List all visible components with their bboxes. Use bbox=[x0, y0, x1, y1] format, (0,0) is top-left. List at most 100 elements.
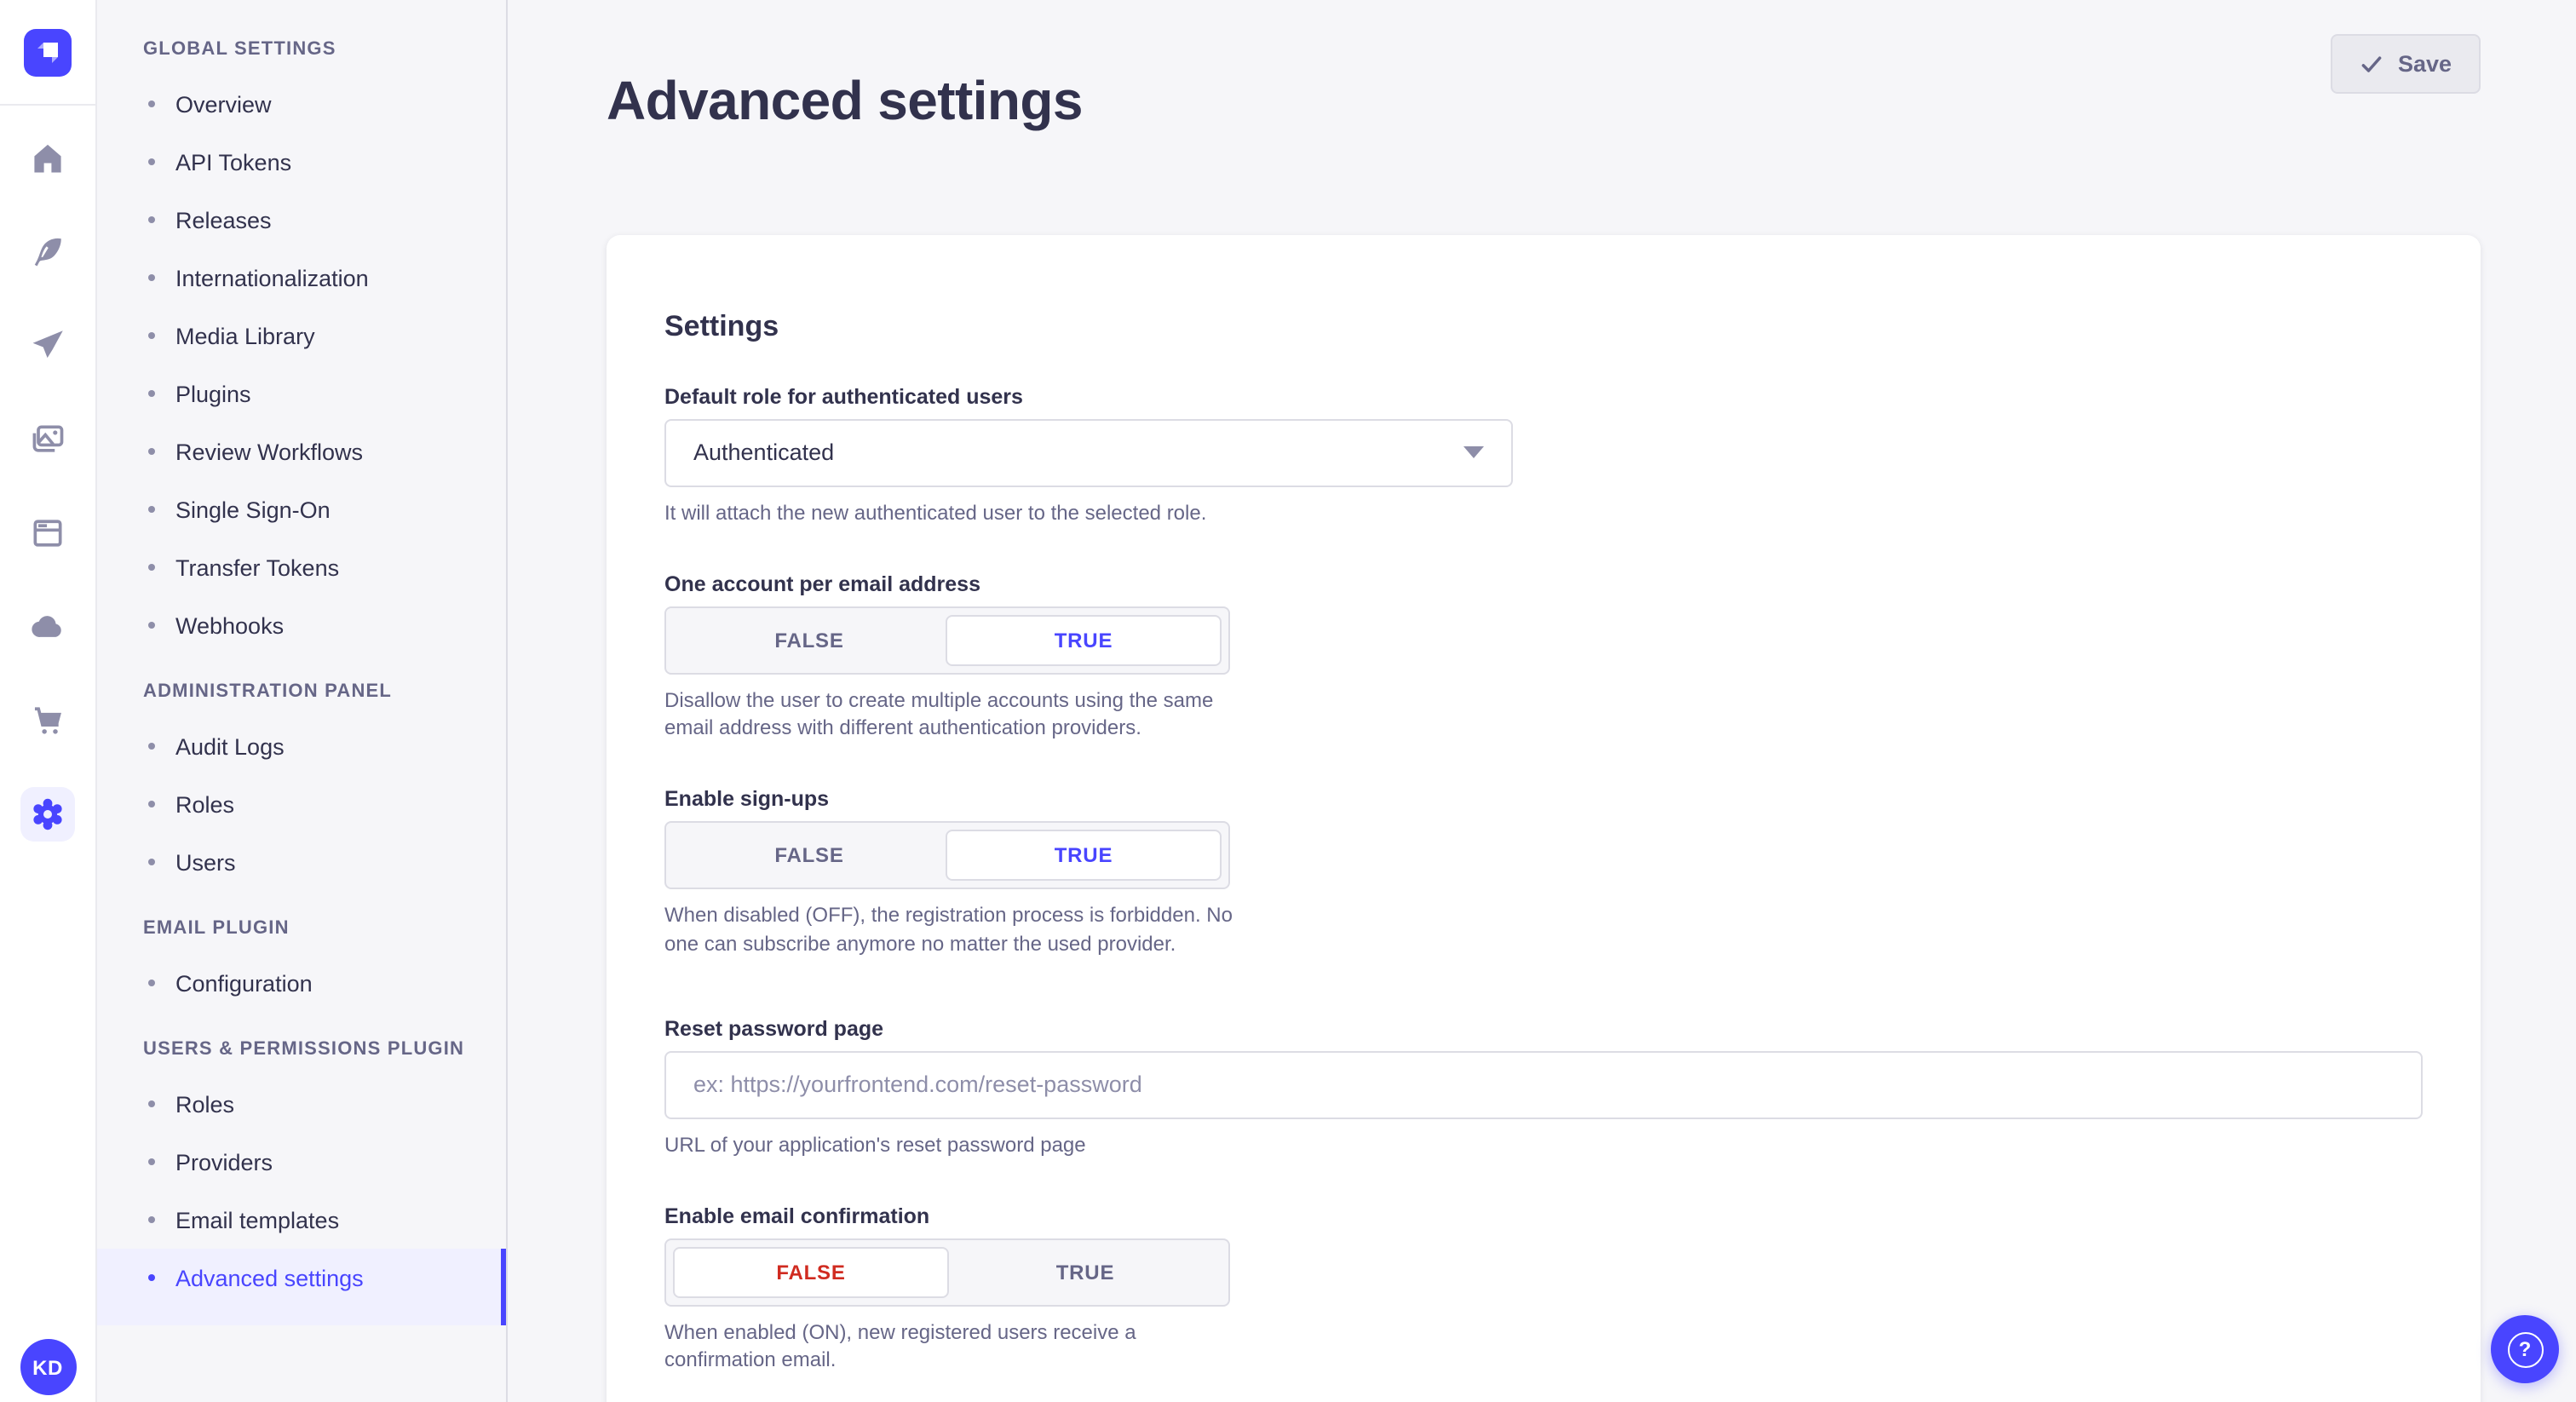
field-hint: It will attach the new authenticated use… bbox=[664, 499, 1346, 528]
bullet-icon bbox=[148, 564, 155, 571]
user-avatar[interactable]: KD bbox=[20, 1339, 76, 1395]
question-mark-icon: ? bbox=[2507, 1331, 2543, 1367]
sidebar-item-media-library[interactable]: Media Library bbox=[97, 307, 506, 365]
strapi-logo[interactable] bbox=[24, 28, 72, 76]
sidebar-item-label: Internationalization bbox=[175, 265, 369, 290]
sidebar-item-single-sign-on[interactable]: Single Sign-On bbox=[97, 480, 506, 538]
page-title: Advanced settings bbox=[607, 71, 1083, 134]
save-button[interactable]: Save bbox=[2332, 34, 2481, 94]
toggle-false-button[interactable]: FALSE bbox=[673, 1246, 949, 1297]
field-label: Default role for authenticated users bbox=[664, 385, 2423, 409]
send-icon[interactable] bbox=[20, 319, 75, 373]
help-button[interactable]: ? bbox=[2491, 1315, 2559, 1383]
sidebar-item-advanced-settings[interactable]: Advanced settings bbox=[97, 1249, 506, 1324]
cloud-icon[interactable] bbox=[20, 600, 75, 654]
field-one-account-per-email: One account per email address FALSE TRUE… bbox=[664, 572, 2423, 743]
bullet-icon bbox=[148, 1158, 155, 1165]
strapi-logo-glyph bbox=[27, 32, 68, 72]
sidebar-item-admin-roles[interactable]: Roles bbox=[97, 775, 506, 833]
sidebar-section-administration-panel: ADMINISTRATION PANEL bbox=[97, 654, 506, 717]
field-label: One account per email address bbox=[664, 572, 2423, 595]
sidebar-item-label: Review Workflows bbox=[175, 439, 363, 464]
sidebar-item-label: Email templates bbox=[175, 1207, 339, 1232]
sidebar-item-label: API Tokens bbox=[175, 149, 291, 175]
sidebar-item-label: Providers bbox=[175, 1149, 273, 1175]
field-reset-password-page: Reset password page URL of your applicat… bbox=[664, 1017, 2423, 1160]
icon-rail: KD bbox=[0, 0, 97, 1402]
app-root: KD GLOBAL SETTINGS Overview API Tokens R… bbox=[0, 0, 2576, 1402]
sidebar-item-transfer-tokens[interactable]: Transfer Tokens bbox=[97, 538, 506, 596]
sidebar-item-up-roles[interactable]: Roles bbox=[97, 1075, 506, 1133]
sidebar-item-label: Releases bbox=[175, 207, 272, 233]
field-default-role: Default role for authenticated users Aut… bbox=[664, 385, 2423, 528]
sidebar-item-label: Plugins bbox=[175, 381, 251, 406]
settings-card: Settings Default role for authenticated … bbox=[607, 234, 2481, 1402]
sidebar-item-label: Webhooks bbox=[175, 612, 284, 638]
field-label: Enable email confirmation bbox=[664, 1204, 2423, 1227]
sidebar-item-webhooks[interactable]: Webhooks bbox=[97, 596, 506, 654]
cart-icon[interactable] bbox=[20, 693, 75, 748]
default-role-select[interactable]: Authenticated bbox=[664, 419, 1513, 487]
bullet-icon bbox=[148, 390, 155, 397]
sidebar-item-audit-logs[interactable]: Audit Logs bbox=[97, 717, 506, 775]
field-label: Reset password page bbox=[664, 1017, 2423, 1041]
settings-gear-icon[interactable] bbox=[20, 787, 75, 842]
bullet-icon bbox=[148, 1274, 155, 1281]
sidebar-item-email-configuration[interactable]: Configuration bbox=[97, 954, 506, 1012]
bullet-icon bbox=[148, 1100, 155, 1107]
bullet-icon bbox=[148, 801, 155, 807]
page-header: Advanced settings Save bbox=[508, 0, 2576, 170]
sidebar-item-api-tokens[interactable]: API Tokens bbox=[97, 133, 506, 191]
sidebar-item-review-workflows[interactable]: Review Workflows bbox=[97, 422, 506, 480]
toggle-true-button[interactable]: TRUE bbox=[949, 1246, 1222, 1297]
sidebar-item-internationalization[interactable]: Internationalization bbox=[97, 249, 506, 307]
rail-nav-icons bbox=[20, 106, 75, 842]
sidebar-item-label: Roles bbox=[175, 791, 234, 817]
main-content: Advanced settings Save Settings Default … bbox=[508, 0, 2576, 1402]
toggle-false-button[interactable]: FALSE bbox=[673, 830, 946, 881]
sidebar-item-label: Advanced settings bbox=[175, 1265, 364, 1290]
sign-ups-toggle: FALSE TRUE bbox=[664, 821, 1230, 889]
sidebar-item-overview[interactable]: Overview bbox=[97, 75, 506, 133]
home-icon[interactable] bbox=[20, 131, 75, 186]
sidebar-item-releases[interactable]: Releases bbox=[97, 191, 506, 249]
bullet-icon bbox=[148, 743, 155, 750]
bullet-icon bbox=[148, 859, 155, 865]
sidebar-item-label: Overview bbox=[175, 91, 272, 117]
sidebar-section-email-plugin: EMAIL PLUGIN bbox=[97, 891, 506, 954]
sidebar-item-admin-users[interactable]: Users bbox=[97, 833, 506, 891]
email-confirmation-toggle: FALSE TRUE bbox=[664, 1238, 1230, 1306]
field-enable-email-confirmation: Enable email confirmation FALSE TRUE Whe… bbox=[664, 1204, 2423, 1375]
media-library-icon[interactable] bbox=[20, 412, 75, 467]
sidebar-item-label: Roles bbox=[175, 1091, 234, 1117]
settings-sidebar: GLOBAL SETTINGS Overview API Tokens Rele… bbox=[97, 0, 508, 1402]
bullet-icon bbox=[148, 1216, 155, 1223]
toggle-false-button[interactable]: FALSE bbox=[673, 614, 946, 665]
bullet-icon bbox=[148, 980, 155, 986]
layout-icon[interactable] bbox=[20, 506, 75, 560]
sidebar-item-label: Configuration bbox=[175, 970, 313, 996]
reset-password-input[interactable] bbox=[664, 1051, 2423, 1119]
bullet-icon bbox=[148, 158, 155, 165]
card-heading: Settings bbox=[664, 310, 2423, 344]
field-enable-sign-ups: Enable sign-ups FALSE TRUE When disabled… bbox=[664, 787, 2423, 958]
sidebar-item-providers[interactable]: Providers bbox=[97, 1133, 506, 1191]
field-description: Disallow the user to create multiple acc… bbox=[664, 686, 1237, 743]
feather-icon[interactable] bbox=[20, 225, 75, 279]
field-label: Enable sign-ups bbox=[664, 787, 2423, 811]
bullet-icon bbox=[148, 332, 155, 339]
toggle-true-button[interactable]: TRUE bbox=[946, 614, 1222, 665]
bullet-icon bbox=[148, 101, 155, 107]
toggle-true-button[interactable]: TRUE bbox=[946, 830, 1222, 881]
bullet-icon bbox=[148, 506, 155, 513]
sidebar-item-plugins[interactable]: Plugins bbox=[97, 365, 506, 422]
sidebar-item-label: Audit Logs bbox=[175, 733, 285, 759]
sidebar-section-global-settings: GLOBAL SETTINGS bbox=[97, 12, 506, 75]
bullet-icon bbox=[148, 448, 155, 455]
sidebar-item-label: Users bbox=[175, 849, 236, 875]
sidebar-item-email-templates[interactable]: Email templates bbox=[97, 1191, 506, 1249]
check-icon bbox=[2360, 52, 2384, 76]
sidebar-item-label: Transfer Tokens bbox=[175, 554, 339, 580]
bullet-icon bbox=[148, 274, 155, 281]
save-button-label: Save bbox=[2398, 51, 2452, 77]
